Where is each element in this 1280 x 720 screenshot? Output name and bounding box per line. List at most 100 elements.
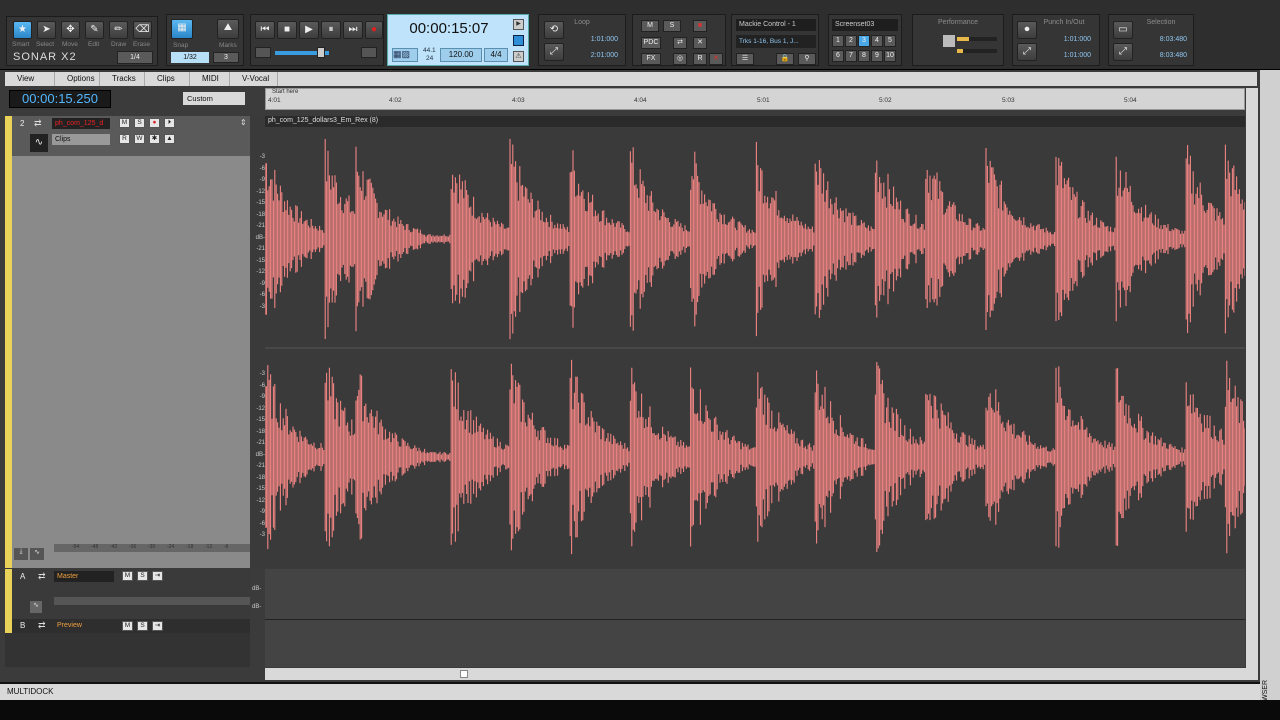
screenset-button-3[interactable]: 3 (858, 35, 870, 47)
edit-tool-button[interactable]: ✎ (85, 21, 104, 39)
mix-option-button-1[interactable]: ⇄ (673, 37, 687, 49)
punch-end-field[interactable]: 1:01:000 (1043, 50, 1095, 63)
mix-option-button-2[interactable]: ✕ (693, 37, 707, 49)
position-slider-handle[interactable] (317, 47, 325, 58)
snap-value[interactable]: 1/32 (171, 52, 209, 63)
menu-tracks[interactable]: Tracks (100, 72, 145, 86)
punch-start-field[interactable]: 1:01:000 (1043, 34, 1095, 47)
menu-clips[interactable]: Clips (145, 72, 190, 86)
bus-row-master[interactable]: A ⇄ Master M S ⇥ ∿ (5, 569, 250, 619)
track-bottom-icon-2[interactable]: ∿ (30, 548, 44, 560)
bus-name-master[interactable]: Master (54, 571, 114, 582)
track-automation-button[interactable]: ✱ (149, 134, 160, 144)
loop-end-field[interactable]: 2:01:000 (570, 50, 622, 63)
punch-toggle-button[interactable]: ⏺ (1017, 21, 1037, 39)
solo-all-button[interactable]: S (663, 20, 681, 32)
mute-all-button[interactable]: M (641, 20, 659, 32)
screenset-button-10[interactable]: 10 (884, 50, 896, 62)
multidock-bar[interactable]: MULTIDOCK (0, 684, 1260, 700)
screenset-button-7[interactable]: 7 (845, 50, 857, 62)
clip-header[interactable]: ph_com_125_dollars3_Em_Rex (8) (265, 116, 1245, 127)
loop-start-field[interactable]: 1:01:000 (570, 34, 622, 47)
marks-value[interactable]: 3 (213, 52, 239, 63)
track-collapse-icon[interactable]: ⇕ (240, 118, 247, 127)
bus-solo-button[interactable]: S (137, 571, 148, 581)
control-surface-select[interactable]: Mackie Control - 1 (736, 19, 816, 31)
record-all-button[interactable]: ■ (693, 20, 707, 32)
mix-option-button-5[interactable]: ✕ (709, 53, 723, 65)
punch-set-button[interactable]: ⤢ (1017, 43, 1037, 61)
track-record-button[interactable]: ● (149, 118, 160, 128)
tempo-field[interactable]: 120.00 (440, 48, 482, 62)
smart-tool-button[interactable]: ★ (13, 21, 32, 39)
marks-button[interactable]: ⛰ (217, 19, 239, 39)
metronome-button[interactable] (513, 35, 524, 46)
menu-options[interactable]: Options (55, 72, 100, 86)
fast-forward-button[interactable]: ⏭ (343, 21, 363, 39)
draw-tool-button[interactable]: ✏ (109, 21, 128, 39)
track-mute-button[interactable]: M (119, 118, 130, 128)
rewind-small-button[interactable] (255, 47, 271, 58)
tool-value[interactable]: 1/4 (117, 51, 153, 64)
audio-clip-waveform[interactable] (265, 127, 1245, 568)
selection-start-button[interactable]: ▭ (1113, 21, 1133, 39)
track-header[interactable]: 2 ⇄ ph_com_125_d M S ● ⏵ ∿ Clips R W ✱ ▲… (12, 116, 250, 156)
stop-button[interactable]: ■ (277, 21, 297, 39)
pause-button[interactable]: ⏸ (321, 21, 341, 39)
meter-field[interactable]: 4/4 (484, 48, 508, 62)
loop-set-button[interactable]: ⤢ (544, 43, 564, 61)
select-tool-button[interactable]: ➤ (37, 21, 56, 39)
screenset-button-1[interactable]: 1 (832, 35, 844, 47)
record-button[interactable]: ● (365, 21, 383, 39)
snap-grid-button[interactable]: ▦ (171, 19, 193, 39)
rewind-button[interactable]: ⏮ (255, 21, 275, 39)
screenset-button-9[interactable]: 9 (871, 50, 883, 62)
screenset-button-6[interactable]: 6 (832, 50, 844, 62)
track-read-button[interactable]: R (119, 134, 130, 144)
screenset-button-5[interactable]: 5 (884, 35, 896, 47)
bus-mute-button[interactable]: M (122, 621, 133, 631)
horizontal-scroll-thumb[interactable] (460, 670, 468, 678)
bus-solo-button[interactable]: S (137, 621, 148, 631)
forward-small-button[interactable] (361, 47, 377, 58)
play-button[interactable]: ▶ (299, 21, 319, 39)
rec-mode-icon-box[interactable]: ▦▨ (392, 48, 418, 62)
bus-output-button[interactable]: ⇥ (152, 571, 163, 581)
surface-link-button[interactable]: ⚲ (798, 53, 816, 65)
loop-toggle-button[interactable]: ⟲ (544, 21, 564, 39)
bus-row-preview[interactable]: B ⇄ Preview M S ⇥ (5, 619, 250, 633)
track-input-echo-button[interactable]: ⏵ (164, 118, 175, 128)
move-tool-button[interactable]: ✥ (61, 21, 80, 39)
transport-time-display[interactable]: 00:00:15:07 (394, 20, 504, 37)
menu-midi[interactable]: MIDI (190, 72, 230, 86)
mix-option-button-3[interactable]: ◎ (673, 53, 687, 65)
bus-name-preview[interactable]: Preview (54, 620, 114, 631)
track-more-button[interactable]: ▲ (164, 134, 175, 144)
erase-tool-button[interactable]: ⌫ (133, 21, 152, 39)
screenset-button-8[interactable]: 8 (858, 50, 870, 62)
fx-bypass-button[interactable]: FX (641, 53, 661, 65)
timeline-ruler[interactable]: Start here 4:01 4:02 4:03 4:04 5:01 5:02… (265, 88, 1245, 110)
time-format-button[interactable]: ▶ (513, 19, 524, 30)
vertical-scrollbar[interactable] (1246, 88, 1258, 668)
start-here-marker[interactable]: Start here (272, 89, 298, 95)
custom-select[interactable]: Custom (183, 92, 245, 105)
track-name[interactable]: ph_com_125_d (52, 118, 110, 129)
now-time-display[interactable]: 00:00:15.250 (9, 90, 111, 108)
track-bottom-icon-1[interactable]: ⤓ (14, 548, 28, 560)
horizontal-scrollbar[interactable] (265, 668, 1258, 680)
menu-vvocal[interactable]: V-Vocal (230, 72, 278, 86)
control-tracks-field[interactable]: Trks 1-16, Bus 1, J... (736, 35, 816, 48)
selection-start-field[interactable]: 8:03:480 (1139, 34, 1191, 47)
screenset-button-2[interactable]: 2 (845, 35, 857, 47)
track-view-select[interactable]: Clips (52, 134, 110, 145)
screenset-select[interactable]: Screenset03 (832, 19, 898, 31)
selection-end-field[interactable]: 8:03:480 (1139, 50, 1191, 63)
screenset-button-4[interactable]: 4 (871, 35, 883, 47)
surface-props-button[interactable]: ☰ (736, 53, 754, 65)
track-solo-button[interactable]: S (134, 118, 145, 128)
bus-output-button[interactable]: ⇥ (152, 621, 163, 631)
mix-option-button-4[interactable]: R (693, 53, 707, 65)
pdc-button[interactable]: PDC (641, 37, 661, 49)
audio-engine-button[interactable]: ⚠ (513, 51, 524, 62)
